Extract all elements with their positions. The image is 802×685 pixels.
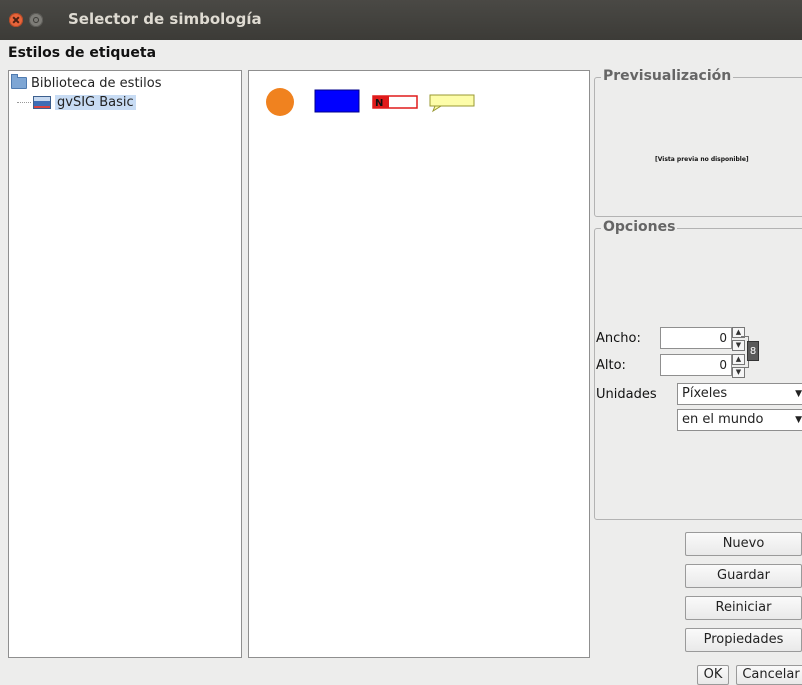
red-number-label-style[interactable]: N <box>372 95 418 109</box>
preview-placeholder: [Vista previa no disponible] <box>655 156 749 163</box>
close-window-icon[interactable] <box>9 13 23 27</box>
height-label: Alto: <box>596 358 626 373</box>
tree-connector <box>17 101 31 103</box>
tree-item-gvsig-basic[interactable]: gvSIG Basic <box>17 93 136 111</box>
height-input[interactable]: 0 <box>660 354 732 376</box>
ok-button[interactable]: OK <box>697 665 729 685</box>
svg-text:N: N <box>375 98 383 109</box>
reset-button[interactable]: Reiniciar <box>685 596 802 620</box>
chevron-down-icon: ▼ <box>795 389 802 399</box>
units-select[interactable]: Píxeles ▼ <box>677 383 802 405</box>
window-title: Selector de simbología <box>68 10 262 28</box>
save-button[interactable]: Guardar <box>685 564 802 588</box>
style-library-icon <box>33 95 51 109</box>
styles-gallery: N <box>266 88 475 116</box>
options-title: Opciones <box>601 219 678 235</box>
width-input[interactable]: 0 <box>660 327 732 349</box>
cancel-button[interactable]: Cancelar <box>736 665 802 685</box>
preview-title: Previsualización <box>601 68 734 84</box>
folder-icon <box>11 74 27 89</box>
style-library-tree[interactable]: Biblioteca de estilos gvSIG Basic <box>8 70 242 658</box>
blue-rectangle-style[interactable] <box>314 89 360 113</box>
yellow-callout-style[interactable] <box>429 94 475 113</box>
preview-group: Previsualización [Vista previa no dispon… <box>594 68 802 217</box>
title-bar: Selector de simbología <box>0 0 802 40</box>
reference-system-select[interactable]: en el mundo ▼ <box>677 409 802 431</box>
orange-circle-style[interactable] <box>266 88 294 116</box>
height-decrement-icon[interactable]: ▼ <box>732 367 745 378</box>
tree-root-label: Biblioteca de estilos <box>31 75 162 91</box>
tree-root-item[interactable]: Biblioteca de estilos <box>11 74 162 91</box>
minimize-window-icon[interactable] <box>29 13 43 27</box>
tree-item-label: gvSIG Basic <box>55 94 136 110</box>
styles-panel[interactable]: N <box>248 70 590 658</box>
new-button[interactable]: Nuevo <box>685 532 802 556</box>
width-label: Ancho: <box>596 331 641 346</box>
units-label: Unidades <box>596 387 657 402</box>
units-value: Píxeles <box>682 386 728 401</box>
properties-button[interactable]: Propiedades <box>685 628 802 652</box>
reference-system-value: en el mundo <box>682 412 764 427</box>
chain-link-icon[interactable]: 8 <box>747 341 759 361</box>
section-title: Estilos de etiqueta <box>8 45 157 61</box>
chevron-down-icon: ▼ <box>795 415 802 425</box>
